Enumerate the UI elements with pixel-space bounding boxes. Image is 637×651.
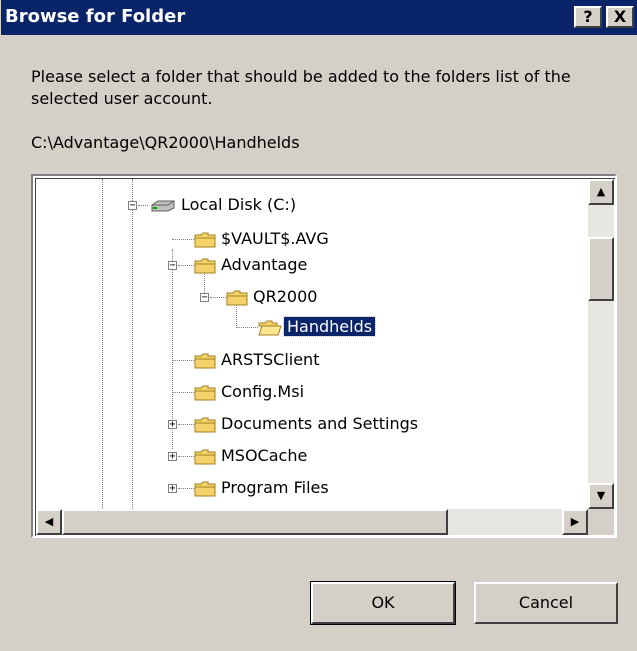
current-path: C:\Advantage\QR2000\Handhelds — [31, 133, 300, 152]
expand-toggle[interactable]: + — [168, 420, 177, 430]
horizontal-scroll-thumb[interactable] — [62, 509, 448, 535]
tree-item-vault[interactable]: $VAULT$.AVG — [194, 228, 332, 250]
folder-tree: − Local Disk (C:) $VAULT$.AVG − Advantag… — [31, 174, 617, 538]
collapse-toggle[interactable]: − — [128, 201, 137, 211]
tree-item-advantage[interactable]: Advantage — [194, 254, 310, 276]
folder-icon — [194, 353, 216, 368]
tree-line — [132, 203, 133, 509]
folder-icon — [194, 385, 216, 400]
tree-line — [102, 179, 103, 509]
tree-item-msocache[interactable]: MSOCache — [194, 445, 310, 467]
tree-item-handhelds[interactable]: Handhelds — [258, 316, 377, 338]
tree-line — [210, 297, 226, 298]
drive-icon — [151, 200, 175, 211]
collapse-toggle[interactable]: − — [168, 261, 177, 271]
scroll-right-button[interactable]: ▶ — [562, 509, 588, 535]
ok-button[interactable]: OK — [310, 581, 456, 625]
help-button[interactable]: ? — [574, 6, 602, 28]
cancel-button[interactable]: Cancel — [474, 582, 618, 624]
folder-icon — [194, 481, 216, 496]
tree-line — [172, 360, 194, 361]
tree-line — [236, 327, 258, 328]
tree-line — [172, 392, 194, 393]
tree-item-local-disk[interactable]: Local Disk (C:) — [150, 194, 299, 216]
tree-line — [138, 205, 148, 206]
expand-toggle[interactable]: + — [168, 452, 177, 462]
vertical-scrollbar[interactable]: ▲ ▼ — [588, 179, 614, 509]
tree-line — [178, 424, 194, 425]
scroll-down-button[interactable]: ▼ — [588, 483, 614, 509]
vertical-scroll-thumb[interactable] — [588, 237, 614, 301]
tree-item-program-files[interactable]: Program Files — [194, 477, 332, 499]
folder-icon — [194, 232, 216, 247]
folder-open-icon — [258, 320, 282, 335]
tree-line — [178, 265, 194, 266]
folder-icon — [194, 258, 216, 273]
tree-item-arstsclient[interactable]: ARSTSClient — [194, 349, 322, 371]
horizontal-scrollbar[interactable]: ◀ ▶ — [36, 509, 588, 535]
scroll-up-button[interactable]: ▲ — [588, 179, 614, 205]
collapse-toggle[interactable]: − — [200, 293, 209, 303]
folder-tree-content: − Local Disk (C:) $VAULT$.AVG − Advantag… — [36, 179, 588, 509]
scroll-left-button[interactable]: ◀ — [36, 509, 62, 535]
folder-icon — [194, 417, 216, 432]
close-button[interactable]: X — [606, 6, 634, 28]
tree-line — [172, 239, 194, 240]
folder-tree-viewport: − Local Disk (C:) $VAULT$.AVG − Advantag… — [35, 178, 615, 536]
scrollbar-corner — [588, 509, 614, 535]
tree-line — [178, 456, 194, 457]
title-bar[interactable]: Browse for Folder ? X — [1, 0, 637, 35]
folder-icon — [194, 449, 216, 464]
tree-line — [178, 488, 194, 489]
instruction-text: Please select a folder that should be ad… — [31, 67, 571, 108]
browse-for-folder-dialog: Browse for Folder ? X Please select a fo… — [0, 0, 637, 651]
tree-item-documents-and-settings[interactable]: Documents and Settings — [194, 413, 421, 435]
folder-icon — [226, 290, 248, 305]
tree-item-qr2000[interactable]: QR2000 — [226, 286, 320, 308]
tree-item-config-msi[interactable]: Config.Msi — [194, 381, 307, 403]
expand-toggle[interactable]: + — [168, 484, 177, 494]
window-title: Browse for Folder — [5, 6, 186, 27]
